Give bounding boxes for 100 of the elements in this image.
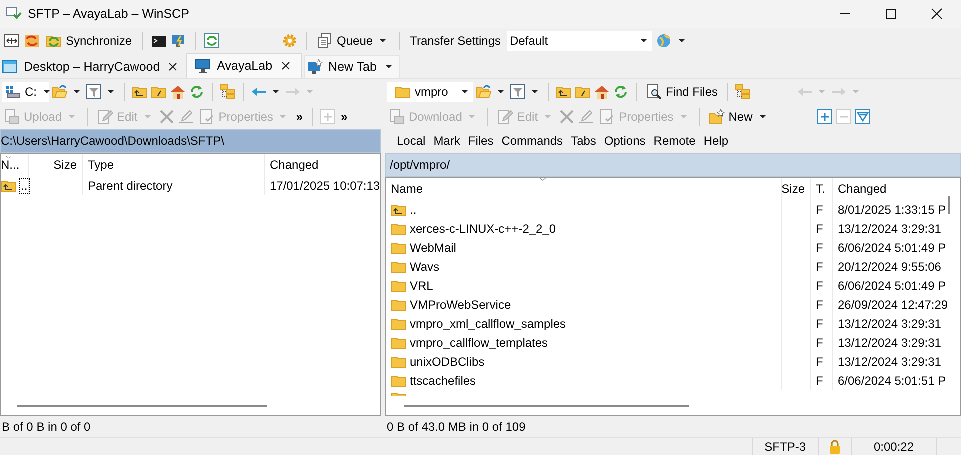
file-name[interactable]: Wavs [410,260,440,274]
column-header[interactable]: Size [29,154,83,176]
more-tools-button[interactable]: » [339,110,350,124]
menu-item[interactable]: Files [468,134,494,148]
elapsed-time: 0:00:22 [851,438,937,455]
table-cell: F [816,298,824,312]
find-files-button[interactable]: Find Files [644,84,720,100]
column-header[interactable]: Type [83,154,265,176]
menu-item[interactable]: Remote [654,134,696,148]
sync-folder-icon [46,33,62,49]
file-name[interactable]: vmpro_callflow_templates [410,336,548,350]
path-text: C:\Users\HarryCawood\Downloads\SFTP\ [1,134,224,148]
file-name[interactable]: VMProWebService [410,298,512,312]
window-icon [2,59,18,75]
plus-icon[interactable] [816,108,833,124]
file-name[interactable]: vmpro_xml_callflow_samples [410,316,566,330]
document-icon [389,108,405,124]
table-cell: 6/06/2024 5:01:49 P [838,278,946,292]
table-cell: 20/12/2024 9:55:06 [838,260,942,274]
table-cell: 6/06/2024 5:01:51 P [838,374,946,388]
file-name[interactable]: unixODBClibs [410,354,485,368]
new-folder-icon [708,108,725,124]
filter-icon[interactable] [854,108,871,124]
app-icon [6,6,22,22]
refresh-icon[interactable] [204,33,220,49]
tab[interactable]: Desktop – HarryCawood [0,56,184,78]
terminal-icon[interactable] [151,33,168,49]
table-cell: F [816,222,824,236]
scrollbar[interactable] [17,405,267,407]
file-name[interactable]: WebMail [410,240,456,254]
synchronize-button[interactable]: Synchronize [44,33,134,49]
transfer-settings-label: Transfer Settings [409,34,502,48]
drive-icon [5,84,21,100]
tab[interactable]: New Tab [304,55,400,78]
home-icon[interactable] [594,84,610,100]
table-cell: 13/12/2024 3:29:31 [838,336,942,350]
menu-item[interactable]: Help [704,134,728,148]
new-button[interactable]: New [706,108,771,124]
location-dropdown[interactable]: vmpro [387,82,473,102]
table-cell: F [816,316,824,330]
home-icon[interactable] [170,84,186,100]
column-header[interactable]: Name [386,178,782,200]
new-tab-icon [306,59,323,75]
table-cell: F [816,354,824,368]
file-name[interactable]: xerces-c-LINUX-c++-2_2_0 [410,222,556,236]
table-cell: 26/09/2024 12:47:29 [838,298,948,312]
file-name[interactable]: .. [20,178,29,192]
table-cell: 8/01/2025 1:33:15 P [838,202,946,216]
open-folder-icon[interactable] [476,84,492,100]
tree-icon[interactable] [735,84,752,100]
menu-item[interactable]: Mark [434,134,460,148]
scrollbar[interactable] [948,196,950,214]
compare-icon[interactable] [4,33,20,49]
table-cell: F [816,374,824,388]
table-cell: 13/12/2024 3:29:31 [838,222,942,236]
refresh-icon[interactable] [189,84,205,100]
pencil-icon [497,108,514,124]
column-header[interactable]: Changed [265,154,380,176]
column-header[interactable]: T. [811,178,833,200]
more-tools-button[interactable]: » [294,110,306,124]
column-header[interactable]: N... [1,154,29,176]
sync-arrows-icon[interactable] [24,33,40,49]
lock-icon [827,438,843,454]
settings-icon[interactable] [282,33,298,49]
file-name[interactable]: VRL [410,278,434,292]
protocol-label: SFTP-3 [752,438,818,455]
file-name[interactable]: .. [410,202,417,216]
table-cell: 13/12/2024 3:29:31 [838,354,942,368]
documents-icon [317,33,334,49]
column-header[interactable]: Size [782,178,811,200]
filter-icon[interactable] [86,84,102,100]
drive-dropdown[interactable]: C: [2,82,49,102]
scrollbar[interactable] [404,405,689,407]
path-text: /opt/vmpro/ [390,158,450,172]
menu-item[interactable]: Options [604,134,646,148]
open-folder-icon[interactable] [52,84,68,100]
find-icon [646,84,662,100]
document-icon [4,108,20,124]
menu-item[interactable]: Tabs [571,134,596,148]
queue-button[interactable]: Queue [315,33,392,49]
menu-item[interactable]: Commands [502,134,564,148]
properties-icon [198,108,215,124]
monitor-icon [195,58,212,74]
file-name[interactable]: ttscachefiles [410,374,476,388]
pencil-icon [97,108,114,124]
table-cell: F [816,260,824,274]
transfer-preset-dropdown[interactable]: Default [507,31,652,51]
tab[interactable]: AvayaLab [186,53,302,78]
table-cell: F [816,202,824,216]
filter-icon[interactable] [510,84,526,100]
selection-summary: 0 B of 43.0 MB in 0 of 109 [387,420,526,434]
refresh-icon[interactable] [613,84,629,100]
close-icon[interactable] [929,6,945,22]
table-cell: F [816,240,824,254]
maximize-icon[interactable] [883,6,899,22]
menu-item[interactable]: Local [397,134,426,148]
tree-icon[interactable] [220,84,236,100]
table-cell: Parent directory [88,178,173,192]
table-cell: 17/01/2025 10:07:13 [270,178,380,192]
column-header[interactable]: Changed [833,178,943,200]
